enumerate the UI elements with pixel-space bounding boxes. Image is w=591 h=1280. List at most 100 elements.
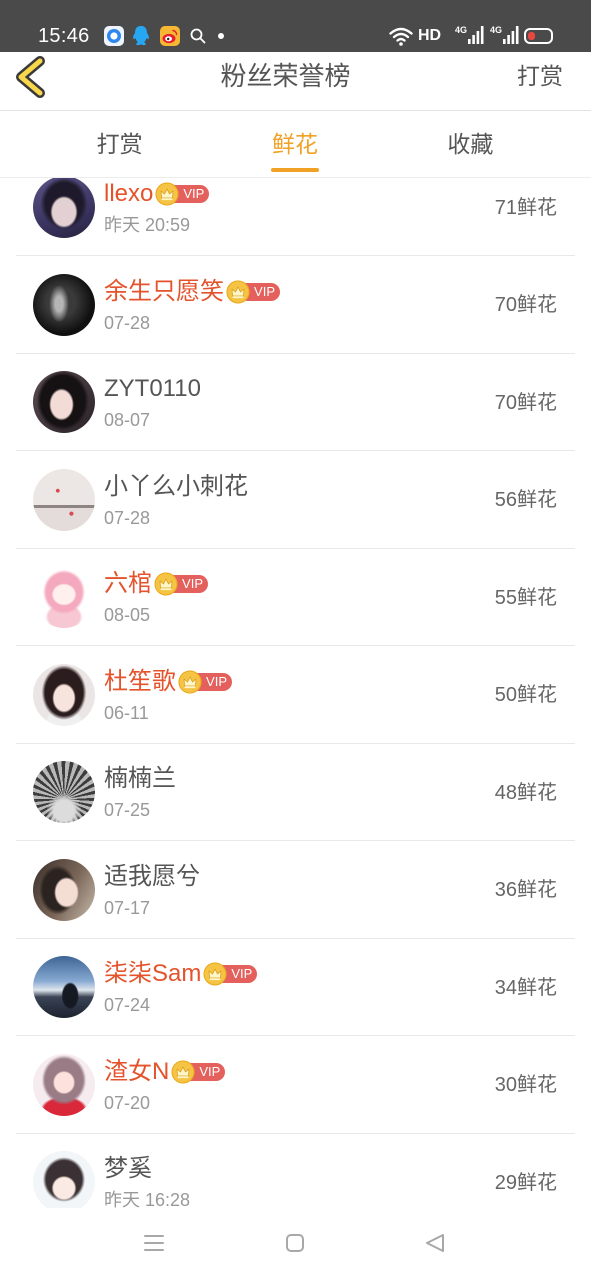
fan-time: 07-17 (104, 897, 151, 918)
flower-count: 34鲜花 (494, 976, 557, 999)
name-line: 柒柒Sam VIP (104, 961, 259, 987)
crown-icon (155, 182, 179, 206)
fan-name[interactable]: 渣女N (104, 1058, 169, 1085)
vip-badge: VIP (178, 670, 234, 694)
home-icon[interactable] (286, 1234, 304, 1252)
fan-row[interactable]: llexo VIP 昨天 20:59 71鲜花 (0, 178, 591, 256)
flower-count: 29鲜花 (494, 1171, 557, 1194)
avatar[interactable] (33, 273, 95, 336)
fan-row[interactable]: 小丫么小刺花 07-28 56鲜花 (0, 451, 591, 549)
name-line: 余生只愿笑 VIP (104, 278, 282, 305)
crown-icon (178, 670, 202, 694)
tab-tips[interactable]: 打赏 (32, 111, 207, 177)
flower-count: 36鲜花 (494, 879, 557, 901)
battery-level (528, 32, 536, 40)
fan-time: 07-28 (104, 312, 151, 333)
fan-time: 07-28 (104, 507, 151, 528)
fan-row[interactable]: 梦奚 昨天 16:28 29鲜花 (0, 1134, 591, 1208)
tab-flowers[interactable]: 鲜花 (207, 111, 382, 177)
name-line: ZYT0110 (104, 376, 201, 402)
flower-count: 55鲜花 (494, 586, 557, 609)
flower-count: 48鲜花 (494, 781, 557, 804)
fan-name[interactable]: ZYT0110 (104, 376, 201, 402)
fan-name[interactable]: 梦奚 (104, 1156, 152, 1182)
search-icon (190, 28, 206, 44)
fan-list: llexo VIP 昨天 20:59 71鲜花 余生只愿笑 VIP 07-28 70鲜花 ZYT… (0, 178, 591, 1208)
avatar[interactable] (33, 1053, 95, 1116)
network-type-label: 4G (455, 25, 468, 35)
avatar[interactable] (33, 858, 95, 921)
name-line: 适我愿兮 (104, 863, 200, 890)
fan-name[interactable]: llexo (104, 181, 153, 207)
tabs: 打赏 鲜花 收藏 (32, 111, 558, 177)
tip-button[interactable]: 打赏 (517, 52, 563, 100)
tab-favorites[interactable]: 收藏 (383, 111, 558, 177)
avatar[interactable] (33, 761, 95, 824)
fan-name[interactable]: 六棺 (104, 571, 152, 597)
fan-row[interactable]: 渣女N VIP 07-20 30鲜花 (0, 1036, 591, 1134)
hd-indicator: HD (418, 27, 442, 44)
qq-icon (131, 25, 151, 47)
vip-badge: VIP (155, 182, 211, 206)
notification-dot-icon (218, 33, 224, 39)
tab-bar: 打赏 鲜花 收藏 (0, 111, 591, 178)
avatar[interactable] (33, 956, 95, 1019)
fan-row[interactable]: 柒柒Sam VIP 07-24 34鲜花 (0, 939, 591, 1037)
fan-row[interactable]: 六棺 VIP 08-05 55鲜花 (0, 549, 591, 647)
fan-name[interactable]: 小丫么小刺花 (104, 473, 248, 500)
network-type-label: 4G (490, 25, 503, 35)
fan-name[interactable]: 楠楠兰 (104, 766, 176, 792)
back-triangle-icon[interactable] (425, 1234, 445, 1252)
battery-icon (524, 28, 553, 44)
fan-row[interactable]: 余生只愿笑 VIP 07-28 70鲜花 (0, 256, 591, 354)
flower-count: 50鲜花 (494, 684, 557, 706)
fan-time: 07-20 (104, 1092, 151, 1113)
fan-row[interactable]: 楠楠兰 07-25 48鲜花 (0, 744, 591, 842)
avatar[interactable] (33, 468, 95, 531)
flower-count: 70鲜花 (494, 391, 557, 414)
fan-time: 昨天 20:59 (104, 215, 191, 235)
name-line: 梦奚 (104, 1156, 152, 1182)
fan-name[interactable]: 适我愿兮 (104, 863, 200, 890)
name-line: 楠楠兰 (104, 766, 176, 792)
flower-count: 30鲜花 (494, 1074, 557, 1096)
page-title: 粉丝荣誉榜 (220, 61, 351, 91)
fan-name[interactable]: 柒柒Sam (104, 961, 201, 987)
avatar[interactable] (33, 1151, 95, 1208)
signal-icon: 4G (455, 25, 485, 45)
name-line: 杜笙歌 VIP (104, 668, 234, 695)
system-nav-bar (0, 1208, 591, 1280)
status-time: 15:46 (38, 25, 90, 47)
flower-count: 71鲜花 (494, 196, 557, 219)
name-line: 六棺 VIP (104, 571, 210, 597)
name-line: 渣女N VIP (104, 1058, 227, 1085)
name-line: llexo VIP (104, 181, 211, 207)
crown-icon (154, 572, 178, 596)
fan-list-scroll[interactable]: llexo VIP 昨天 20:59 71鲜花 余生只愿笑 VIP 07-28 70鲜花 ZYT… (0, 178, 591, 1208)
fan-name[interactable]: 杜笙歌 (104, 668, 176, 695)
avatar[interactable] (33, 566, 95, 629)
avatar[interactable] (33, 178, 95, 239)
fan-row[interactable]: 杜笙歌 VIP 06-11 50鲜花 (0, 646, 591, 744)
tab-indicator (270, 168, 319, 172)
flower-count: 70鲜花 (494, 294, 557, 316)
fan-row[interactable]: ZYT0110 08-07 70鲜花 (0, 354, 591, 452)
avatar[interactable] (33, 663, 95, 726)
vip-badge: VIP (226, 280, 282, 304)
name-line: 小丫么小刺花 (104, 473, 248, 500)
fan-time: 07-25 (104, 800, 151, 820)
avatar[interactable] (33, 371, 95, 434)
fan-time: 06-11 (104, 702, 149, 723)
app-icon (104, 26, 124, 46)
vip-badge: VIP (203, 962, 259, 986)
tab-label: 打赏 (96, 131, 143, 157)
header: 粉丝荣誉榜 打赏 (0, 52, 591, 111)
fan-name[interactable]: 余生只愿笑 (104, 278, 224, 305)
wifi-icon (389, 26, 413, 46)
fan-row[interactable]: 适我愿兮 07-17 36鲜花 (0, 841, 591, 939)
fan-time: 07-24 (104, 995, 151, 1015)
fan-time: 08-07 (104, 410, 151, 430)
menu-icon[interactable] (144, 1234, 164, 1252)
fan-time: 08-05 (104, 605, 151, 625)
flower-count: 56鲜花 (494, 489, 557, 511)
